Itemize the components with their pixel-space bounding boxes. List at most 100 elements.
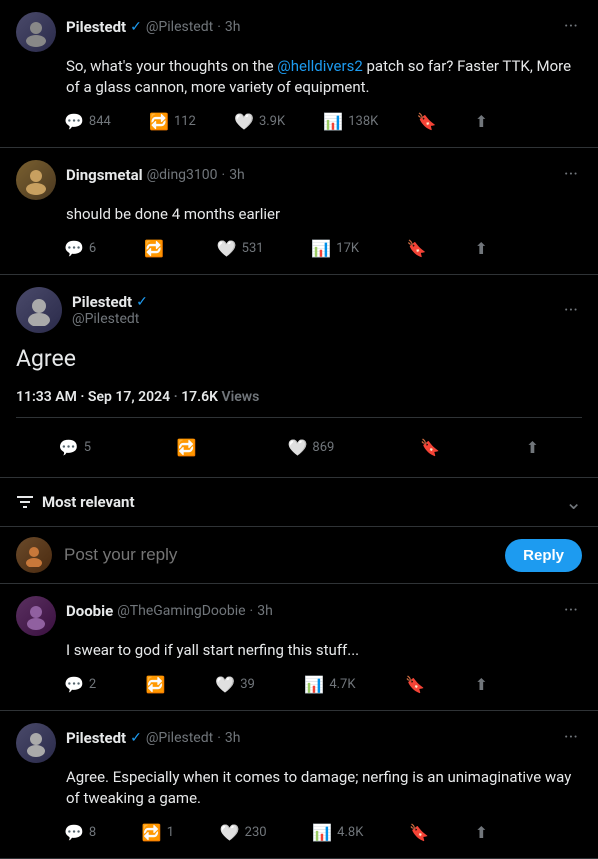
main-tweet-timestamp: 11:33 AM · Sep 17, 2024 · 17.6K Views xyxy=(16,389,582,418)
like-action[interactable]: 🤍 39 xyxy=(207,671,263,698)
comment-action[interactable]: 💬 8 xyxy=(56,819,104,846)
retweet-count: 1 xyxy=(167,825,174,840)
like-action[interactable]: 🤍 531 xyxy=(209,235,272,262)
tweet-handle: @Pilestedt xyxy=(146,19,213,35)
comment-icon: 💬 xyxy=(64,239,84,258)
comment-icon: 💬 xyxy=(64,823,84,842)
avatar xyxy=(16,287,62,333)
bookmark-icon: 🔖 xyxy=(409,823,429,842)
retweet-icon: 🔁 xyxy=(142,823,162,842)
comment-count: 8 xyxy=(89,825,96,840)
like-count: 230 xyxy=(245,825,267,840)
tweet-time: 3h xyxy=(225,730,241,746)
views-action[interactable]: 📊 4.7K xyxy=(296,671,363,698)
bookmark-action[interactable]: 🔖 xyxy=(399,235,435,262)
avatar xyxy=(16,723,56,763)
comment-icon: 💬 xyxy=(64,675,84,694)
comment-icon: 💬 xyxy=(59,438,79,457)
bookmark-icon: 🔖 xyxy=(420,438,440,457)
heart-icon: 🤍 xyxy=(215,675,235,694)
like-count: 39 xyxy=(240,677,255,692)
retweet-action[interactable]: 🔁 xyxy=(138,671,174,698)
tweet-username: Pilestedt xyxy=(66,729,126,747)
comment-pilestedt: Pilestedt ✓ @Pilestedt · 3h ··· Agree. E… xyxy=(0,711,598,859)
retweet-icon: 🔁 xyxy=(144,239,164,258)
comment-doobie: Doobie @TheGamingDoobie · 3h ··· I swear… xyxy=(0,584,598,711)
views-count: 138K xyxy=(348,114,378,129)
tweet-actions: 💬 6 🔁 🤍 531 📊 17K 🔖 ⬆ xyxy=(16,235,496,262)
bookmark-action[interactable]: 🔖 xyxy=(409,108,445,135)
main-tweet-body: Agree xyxy=(16,343,582,375)
bookmark-action[interactable]: 🔖 xyxy=(397,671,433,698)
more-options-icon[interactable]: ··· xyxy=(560,160,582,189)
more-options-icon[interactable]: ··· xyxy=(560,596,582,625)
like-count: 869 xyxy=(312,440,334,455)
views-count: 4.7K xyxy=(329,677,355,692)
bookmark-icon: 🔖 xyxy=(407,239,427,258)
comment-count: 2 xyxy=(89,677,96,692)
retweet-icon: 🔁 xyxy=(149,112,169,131)
share-action[interactable]: ⬆ xyxy=(467,819,496,846)
views-action[interactable]: 📊 138K xyxy=(315,108,386,135)
verified-badge: ✓ xyxy=(136,294,148,310)
retweet-action[interactable]: 🔁 1 xyxy=(134,819,182,846)
tweet-handle: @ding3100 xyxy=(147,167,218,183)
main-tweet-actions: 💬 5 🔁 🤍 869 🔖 ⬆ xyxy=(16,430,582,465)
tweet-body: Agree. Especially when it comes to damag… xyxy=(16,767,582,809)
more-options-icon[interactable]: ··· xyxy=(560,723,582,752)
like-action[interactable]: 🤍 3.9K xyxy=(226,108,293,135)
share-action[interactable]: ⬆ xyxy=(467,235,496,262)
reply-input[interactable] xyxy=(64,545,493,565)
share-action[interactable]: ⬆ xyxy=(518,434,547,461)
comment-action[interactable]: 💬 2 xyxy=(56,671,104,698)
verified-badge: ✓ xyxy=(130,19,142,35)
comment-count: 6 xyxy=(89,241,96,256)
share-icon: ⬆ xyxy=(526,438,539,457)
bookmark-action[interactable]: 🔖 xyxy=(412,434,448,461)
comment-count: 5 xyxy=(84,440,91,455)
views-action[interactable]: 📊 17K xyxy=(303,235,367,262)
avatar xyxy=(16,537,52,573)
like-count: 3.9K xyxy=(259,114,285,129)
mention-helldivers[interactable]: @helldivers2 xyxy=(277,57,362,75)
views-action[interactable]: 📊 4.8K xyxy=(304,819,371,846)
comment-count: 844 xyxy=(89,114,111,129)
tweet-body: I swear to god if yall start nerfing thi… xyxy=(16,640,582,661)
heart-icon: 🤍 xyxy=(287,438,307,457)
like-action[interactable]: 🤍 230 xyxy=(212,819,275,846)
share-icon: ⬆ xyxy=(475,823,488,842)
heart-icon: 🤍 xyxy=(234,112,254,131)
main-tweet: Pilestedt ✓ @Pilestedt ··· Agree 11:33 A… xyxy=(0,275,598,478)
share-icon: ⬆ xyxy=(475,675,488,694)
retweet-count: 112 xyxy=(174,114,196,129)
retweet-action[interactable]: 🔁 xyxy=(136,235,177,262)
tweet-body: So, what's your thoughts on the @helldiv… xyxy=(16,56,582,98)
tweet-username: Doobie xyxy=(66,602,113,620)
chevron-down-icon: ⌄ xyxy=(565,490,582,514)
retweet-icon: 🔁 xyxy=(146,675,166,694)
share-action[interactable]: ⬆ xyxy=(467,671,496,698)
verified-badge: ✓ xyxy=(130,730,142,746)
tweet-time: 3h xyxy=(229,167,245,183)
reply-input-row: Reply xyxy=(0,527,598,584)
tweet-body: should be done 4 months earlier xyxy=(16,204,582,225)
comment-action[interactable]: 💬 6 xyxy=(56,235,104,262)
heart-icon: 🤍 xyxy=(217,239,237,258)
views-icon: 📊 xyxy=(312,823,332,842)
comment-action[interactable]: 💬 844 xyxy=(56,108,119,135)
main-tweet-handle: @Pilestedt xyxy=(72,311,148,327)
share-action[interactable]: ⬆ xyxy=(467,108,496,135)
bookmark-action[interactable]: 🔖 xyxy=(401,819,437,846)
reply-button[interactable]: Reply xyxy=(505,539,582,572)
like-count: 531 xyxy=(242,241,264,256)
sort-bar[interactable]: Most relevant ⌄ xyxy=(0,478,598,527)
retweet-action[interactable]: 🔁 xyxy=(169,434,210,461)
bookmark-icon: 🔖 xyxy=(405,675,425,694)
retweet-action[interactable]: 🔁 112 xyxy=(141,108,204,135)
more-options-icon[interactable]: ··· xyxy=(560,12,582,41)
tweet-time: 3h xyxy=(257,603,273,619)
more-options-icon[interactable]: ··· xyxy=(560,296,582,325)
like-action[interactable]: 🤍 869 xyxy=(279,434,342,461)
tweet-dingsmetal: Dingsmetal @ding3100 · 3h ··· should be … xyxy=(0,148,598,275)
comment-action[interactable]: 💬 5 xyxy=(51,434,99,461)
